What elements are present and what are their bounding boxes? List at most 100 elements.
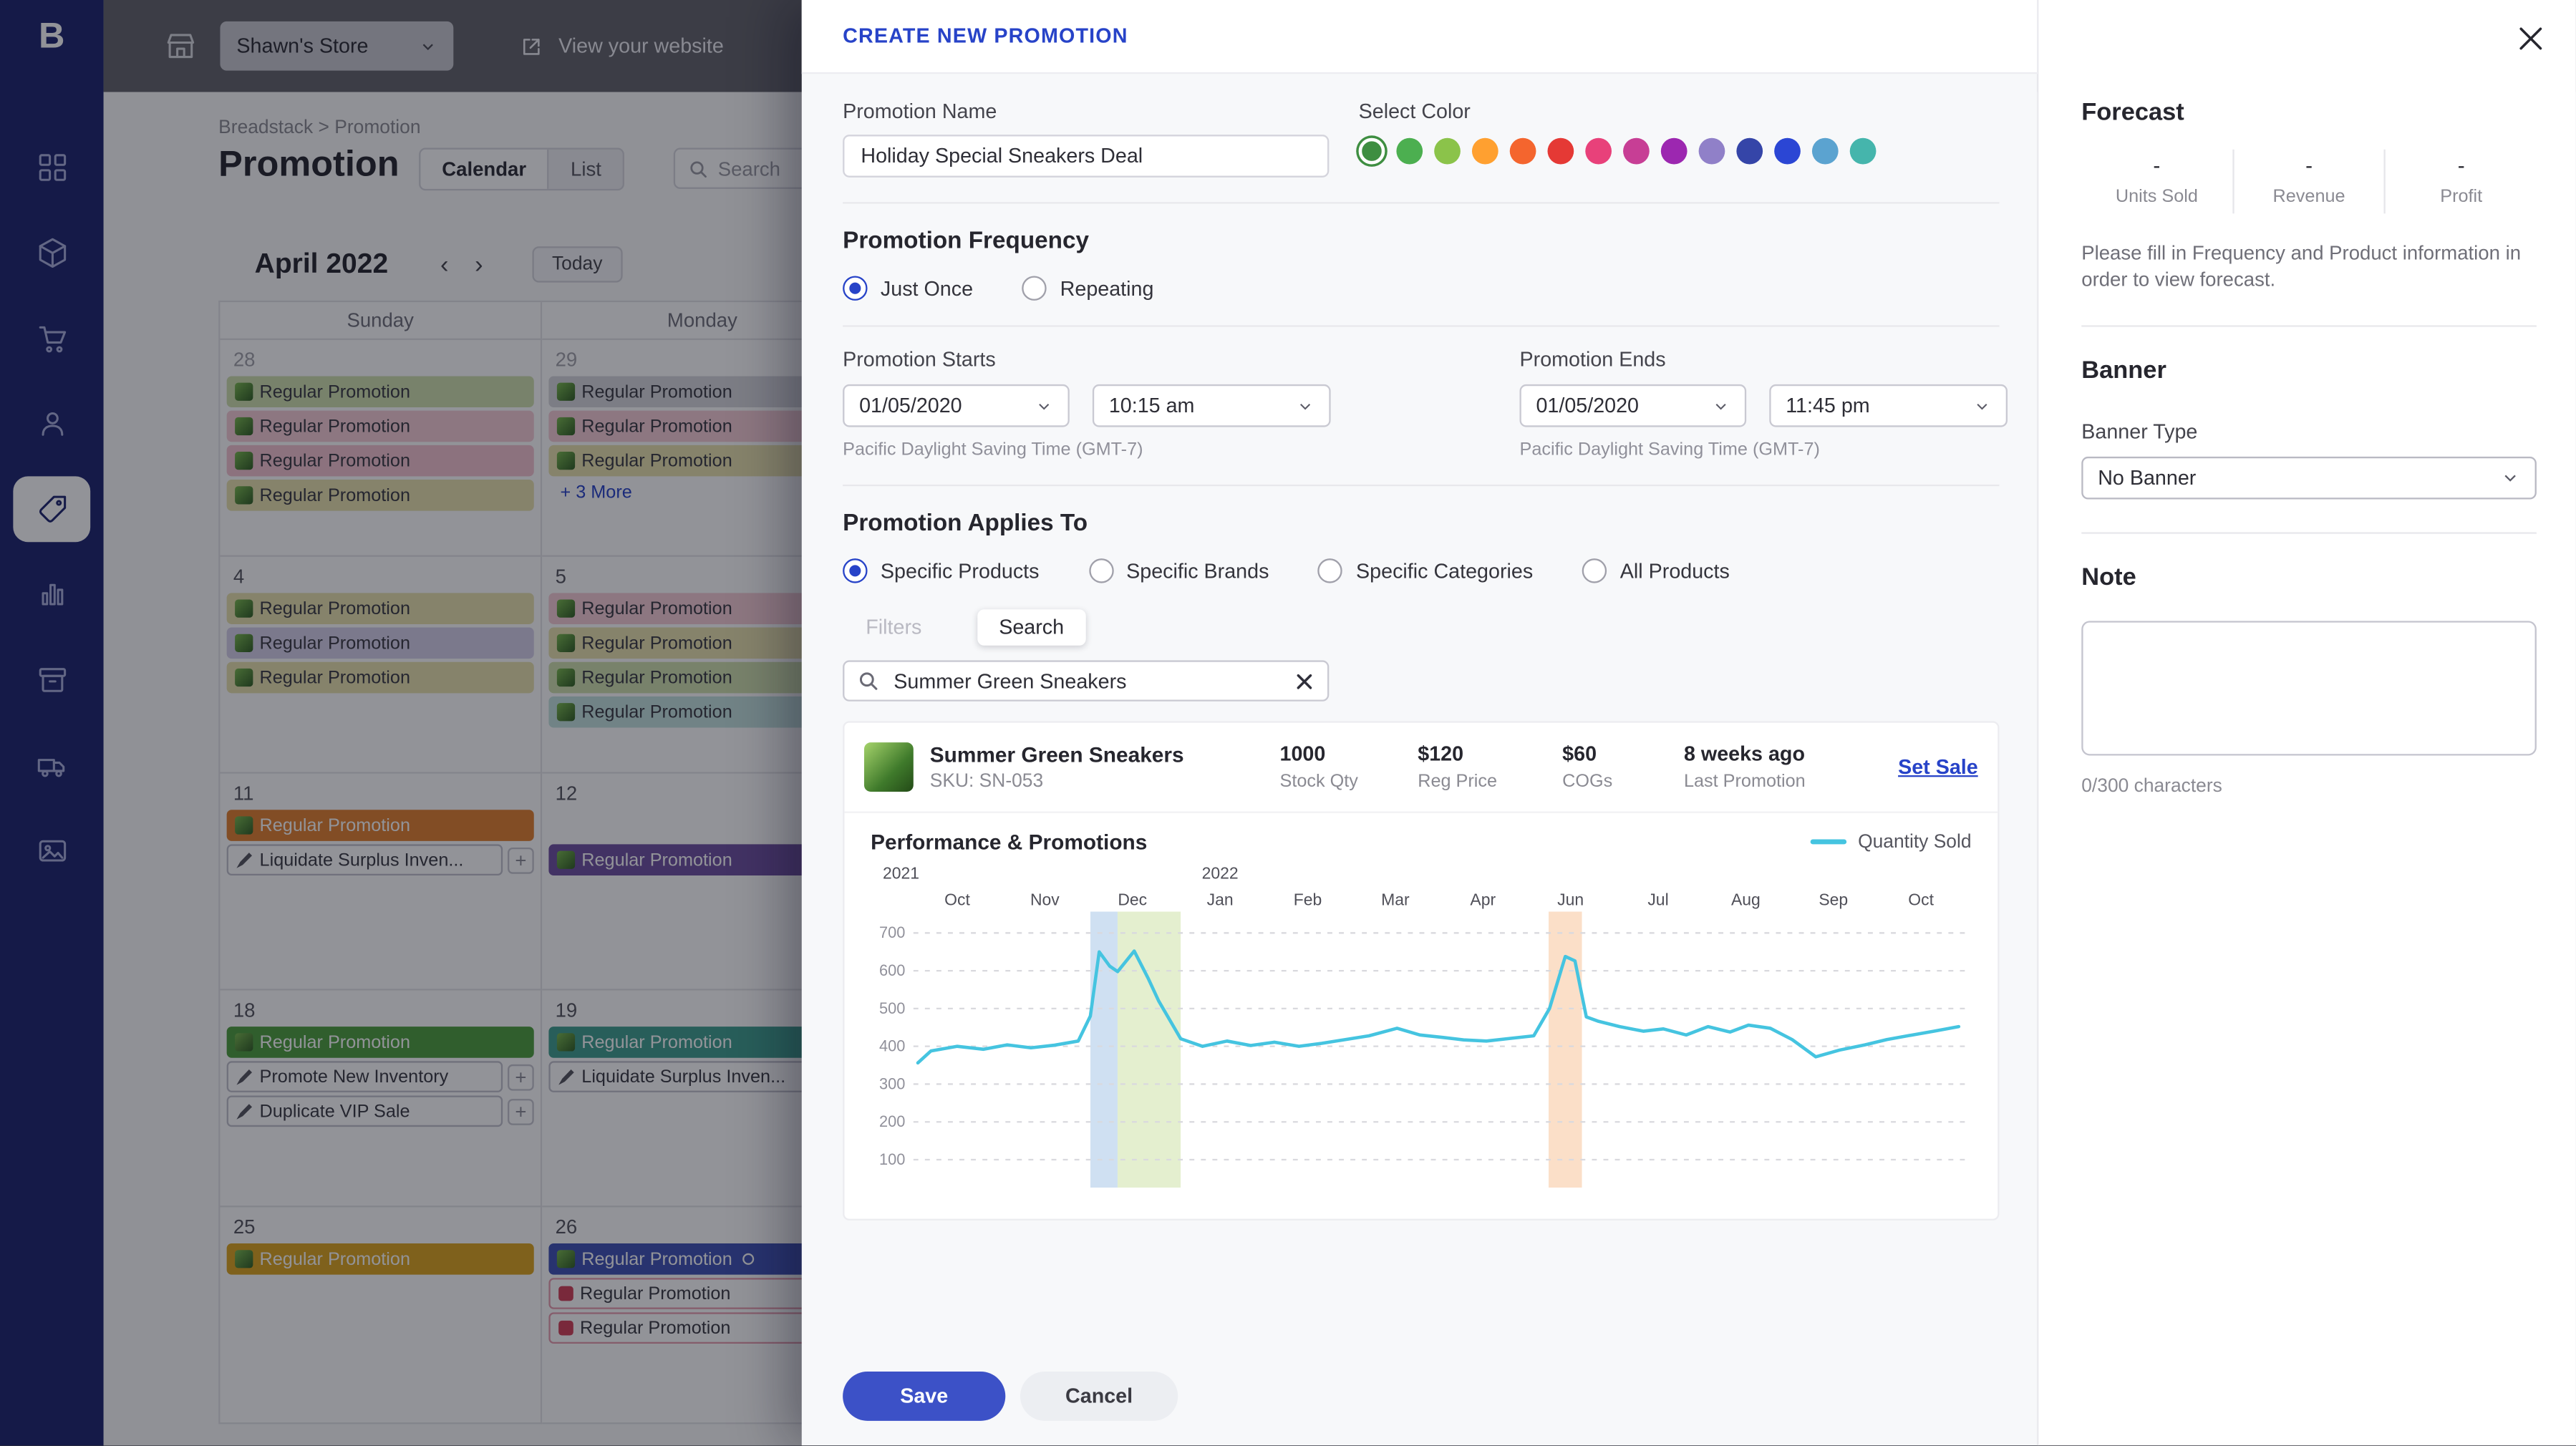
modal-form-column: CREATE NEW PROMOTION Promotion Name Sele… [802,0,2038,1445]
end-date-select[interactable]: 01/05/2020 [1520,384,1747,427]
product-search-box [843,660,1329,701]
radio-label: Just Once [881,277,973,300]
color-swatch[interactable] [1736,138,1763,165]
divider [2081,326,2537,327]
forecast-units-sold: - Units Sold [2081,150,2232,213]
start-time-select[interactable]: 10:15 am [1093,384,1331,427]
radio-repeating[interactable]: Repeating [1022,276,1154,300]
svg-text:Apr: Apr [1470,890,1496,908]
modal-footer: Save Cancel [843,1372,1178,1421]
svg-text:200: 200 [879,1112,905,1130]
promotion-name-input[interactable] [843,135,1329,178]
close-modal-button[interactable] [2514,21,2547,54]
end-time-value: 11:45 pm [1786,394,1869,417]
performance-section: Performance & Promotions Quantity Sold 2… [844,813,1998,1219]
last-promotion-stat: 8 weeks ago Last Promotion [1684,742,1888,792]
svg-text:Aug: Aug [1731,890,1761,908]
svg-text:600: 600 [879,961,905,979]
last-promotion-value: 8 weeks ago [1684,742,1888,765]
chevron-down-icon [1296,397,1314,414]
color-swatch[interactable] [1359,138,1385,165]
svg-text:500: 500 [879,999,905,1017]
applies-to-heading: Promotion Applies To [843,511,1999,538]
svg-text:100: 100 [879,1150,905,1168]
note-heading: Note [2081,564,2537,592]
color-swatch[interactable] [1585,138,1612,165]
chevron-down-icon [1035,397,1053,414]
start-date-select[interactable]: 01/05/2020 [843,384,1070,427]
svg-text:Feb: Feb [1294,890,1322,908]
banner-type-select[interactable]: No Banner [2081,457,2537,500]
cancel-button[interactable]: Cancel [1020,1372,1178,1421]
cogs-stat: $60 COGs [1562,742,1684,792]
radio-specific-products[interactable]: Specific Products [843,558,1039,583]
color-swatch[interactable] [1396,138,1423,165]
note-textarea[interactable] [2081,621,2537,756]
divider [843,485,1999,486]
radio-specific-categories[interactable]: Specific Categories [1318,558,1533,583]
cogs-value: $60 [1562,742,1684,765]
svg-text:Oct: Oct [944,890,970,908]
end-date-value: 01/05/2020 [1536,394,1639,417]
legend-label: Quantity Sold [1858,832,1971,852]
chart-title: Performance & Promotions [871,830,1147,854]
radio-all-products[interactable]: All Products [1582,558,1730,583]
tab-search[interactable]: Search [977,609,1085,645]
color-swatch[interactable] [1510,138,1536,165]
color-swatch[interactable] [1548,138,1574,165]
radio-label: Specific Products [881,559,1040,582]
radio-label: Specific Brands [1126,559,1269,582]
create-promotion-modal: CREATE NEW PROMOTION Promotion Name Sele… [802,0,2576,1445]
chevron-down-icon [1973,397,1991,414]
tab-filters[interactable]: Filters [853,609,935,645]
chart-legend: Quantity Sold [1811,832,1972,852]
last-promotion-label: Last Promotion [1684,772,1888,792]
divider [2081,533,2537,534]
profit-value: - [2386,152,2537,177]
radio-icon [1022,276,1047,300]
color-swatch[interactable] [1699,138,1725,165]
forecast-revenue: - Revenue [2232,150,2385,213]
divider [843,202,1999,203]
product-image [864,742,914,792]
performance-chart: 20212022OctNovDecJanFebMarAprJunJulAugSe… [871,860,1975,1205]
radio-selected-icon [843,558,867,583]
product-name: Summer Green Sneakers [930,742,1280,767]
product-search-input[interactable] [891,668,1283,694]
radio-specific-brands[interactable]: Specific Brands [1088,558,1269,583]
radio-label: All Products [1620,559,1730,582]
color-swatch[interactable] [1661,138,1688,165]
start-time-value: 10:15 am [1109,394,1195,417]
note-char-counter: 0/300 characters [2081,777,2537,797]
svg-text:Jul: Jul [1647,890,1668,908]
forecast-stats: - Units Sold - Revenue - Profit [2081,150,2537,213]
select-color-label: Select Color [1359,100,1888,123]
units-sold-label: Units Sold [2081,188,2232,208]
clear-search-icon[interactable] [1294,671,1314,691]
close-icon [2516,24,2544,52]
color-swatches [1359,138,1888,165]
svg-text:Sep: Sep [1819,890,1848,908]
stock-qty-value: 1000 [1279,742,1418,765]
save-button[interactable]: Save [843,1372,1005,1421]
svg-text:2022: 2022 [1202,864,1239,883]
stock-qty-stat: 1000 Stock Qty [1279,742,1418,792]
color-swatch[interactable] [1774,138,1801,165]
reg-price-value: $120 [1418,742,1562,765]
divider [843,325,1999,326]
color-swatch[interactable] [1434,138,1461,165]
color-swatch[interactable] [1812,138,1839,165]
svg-text:Jan: Jan [1207,890,1234,908]
color-swatch[interactable] [1623,138,1650,165]
color-swatch[interactable] [1850,138,1877,165]
svg-text:700: 700 [879,923,905,941]
revenue-value: - [2234,152,2384,177]
end-time-select[interactable]: 11:45 pm [1769,384,2008,427]
set-sale-link[interactable]: Set Sale [1898,756,1978,779]
product-sku: SKU: SN-053 [930,772,1280,792]
color-swatch[interactable] [1472,138,1498,165]
promotion-starts-label: Promotion Starts [843,348,1330,371]
radio-just-once[interactable]: Just Once [843,276,973,300]
svg-text:Nov: Nov [1030,890,1060,908]
product-row: Summer Green Sneakers SKU: SN-053 1000 S… [844,723,1998,813]
